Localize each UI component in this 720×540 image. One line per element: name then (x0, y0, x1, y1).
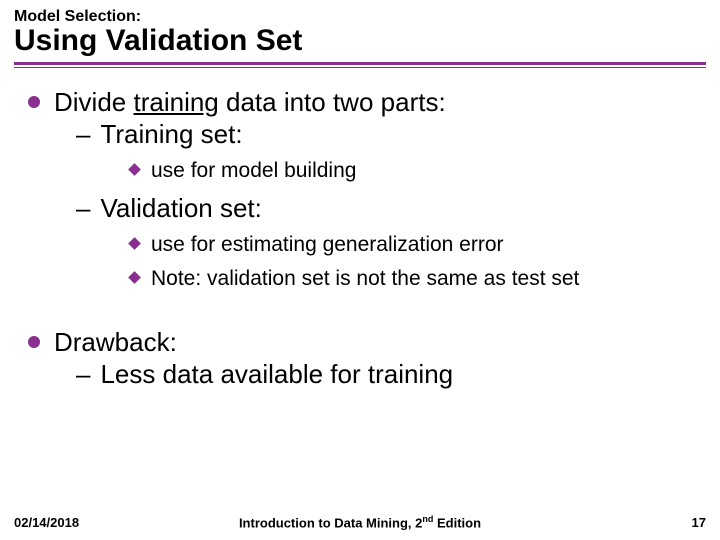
bullet-text: Note: validation set is not the same as … (151, 266, 579, 292)
text-superscript: nd (422, 514, 433, 524)
footer-center: Introduction to Data Mining, 2nd Edition (14, 514, 706, 530)
bullet-text: Less data available for training (100, 358, 453, 390)
diamond-icon (128, 271, 141, 284)
bullet-text: Drawback: (54, 326, 177, 358)
bullet-level2: – Training set: (20, 118, 700, 150)
disc-icon (28, 336, 40, 348)
disc-icon (28, 96, 40, 108)
bullet-text: Divide training data into two parts: (54, 86, 446, 118)
text-fragment: Divide (54, 87, 133, 117)
bullet-level3: use for model building (20, 158, 700, 184)
bullet-level2: – Validation set: (20, 192, 700, 224)
text-fragment: Introduction to Data Mining, 2 (239, 515, 422, 530)
title-rule-thick (14, 62, 706, 65)
dash-icon: – (76, 118, 90, 150)
diamond-icon (128, 163, 141, 176)
slide-title: Using Validation Set (14, 24, 706, 58)
bullet-text: Training set: (100, 118, 242, 150)
slide-body: Divide training data into two parts: – T… (14, 68, 706, 390)
bullet-text: Validation set: (100, 192, 261, 224)
footer: 02/14/2018 Introduction to Data Mining, … (14, 515, 706, 530)
bullet-level3: use for estimating generalization error (20, 232, 700, 258)
dash-icon: – (76, 358, 90, 390)
text-underlined: training (133, 87, 218, 117)
bullet-level2: – Less data available for training (20, 358, 700, 390)
text-fragment: data into two parts: (219, 87, 446, 117)
dash-icon: – (76, 192, 90, 224)
slide: Model Selection: Using Validation Set Di… (0, 0, 720, 540)
text-fragment: Edition (433, 515, 481, 530)
bullet-level1: Drawback: (20, 326, 700, 358)
bullet-level3: Note: validation set is not the same as … (20, 266, 700, 292)
diamond-icon (128, 237, 141, 250)
bullet-level1: Divide training data into two parts: (20, 86, 700, 118)
bullet-text: use for model building (151, 158, 356, 184)
bullet-text: use for estimating generalization error (151, 232, 504, 258)
